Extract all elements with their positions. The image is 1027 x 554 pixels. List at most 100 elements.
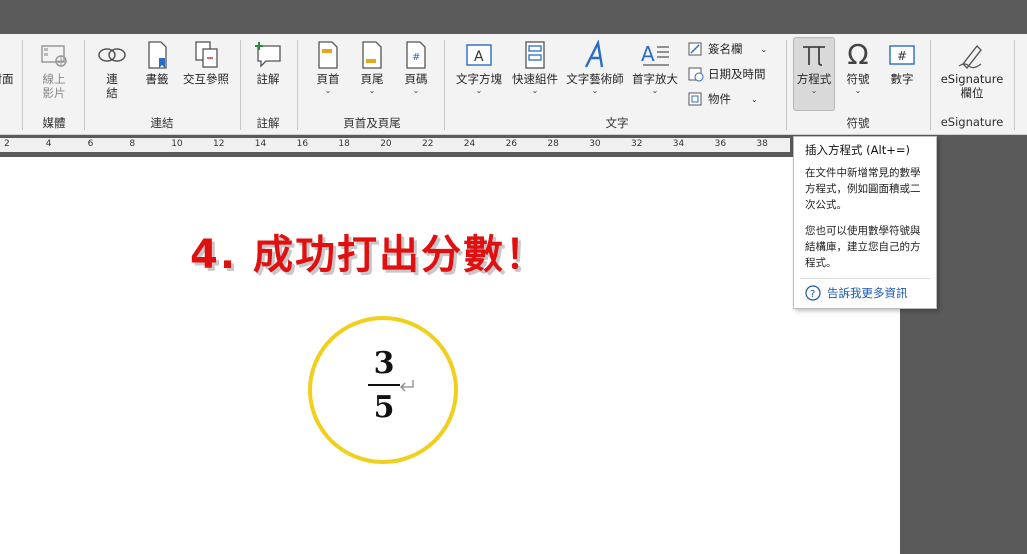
ruler-tick-label: 16 xyxy=(296,139,309,149)
document-page[interactable] xyxy=(0,157,900,554)
group-media-label: 媒體 xyxy=(42,116,66,130)
cover-page-label: 封面 xyxy=(0,72,14,86)
omega-icon: Ω xyxy=(847,38,869,71)
separator xyxy=(930,40,931,130)
separator xyxy=(22,40,23,130)
ruler-tick-label: 34 xyxy=(672,139,685,149)
quick-parts-label: 快速組件 xyxy=(512,72,558,86)
chevron-down-icon: ⌄ xyxy=(531,86,539,95)
header-icon xyxy=(316,38,340,72)
ruler-tick-label: 4 xyxy=(45,139,52,149)
drop-cap-button[interactable]: A 首字放大 ⌄ xyxy=(628,38,682,108)
chevron-down-icon: ⌄ xyxy=(412,86,420,95)
ruler-tick-label: 6 xyxy=(87,139,94,149)
tooltip-description-2: 您也可以使用數學符號與結構庫，建立您自己的方程式。 xyxy=(805,225,921,269)
video-icon xyxy=(39,38,69,72)
cover-page-button[interactable]: 封面 xyxy=(0,72,16,142)
number-icon: # xyxy=(888,38,916,72)
ruler-tick-label: 38 xyxy=(756,139,768,149)
ruler-tick-label: 18 xyxy=(338,139,350,149)
tell-me-more-label: 告訴我更多資訊 xyxy=(827,286,908,300)
svg-text:A: A xyxy=(474,49,484,65)
link-button[interactable]: 連 結 xyxy=(92,38,132,108)
quick-parts-button[interactable]: 快速組件 ⌄ xyxy=(508,38,562,108)
pi-icon xyxy=(800,38,828,72)
bookmark-icon xyxy=(144,38,170,72)
date-time-button[interactable]: 日期及時間 xyxy=(688,63,766,85)
ruler-tick-label: 26 xyxy=(505,139,518,149)
page-number-icon: # xyxy=(404,38,428,72)
textbox-icon: A xyxy=(464,38,494,72)
header-label: 頁首 xyxy=(316,72,340,86)
esignature-field-button[interactable]: eSignature 欄位 xyxy=(936,38,1008,108)
group-links-label: 連結 xyxy=(150,116,174,130)
denominator: 5 xyxy=(373,390,395,425)
svg-text:?: ? xyxy=(810,289,815,300)
ruler-tick-label: 2 xyxy=(4,139,10,149)
ruler-tick-label: 36 xyxy=(714,139,727,149)
separator xyxy=(1014,40,1015,130)
cross-reference-icon xyxy=(191,38,221,72)
link-label: 連 結 xyxy=(106,72,118,100)
chevron-down-icon: ⌄ xyxy=(475,86,483,95)
signature-line-icon xyxy=(688,42,702,56)
footer-button[interactable]: 頁尾 ⌄ xyxy=(352,38,392,108)
numerator: 3 xyxy=(373,346,395,381)
ruler-tick-label: 8 xyxy=(129,139,136,149)
ruler-tick-label: 20 xyxy=(380,139,392,149)
cross-reference-label: 交互參照 xyxy=(183,72,229,86)
wordart-label: 文字藝術師 xyxy=(566,72,624,86)
cross-reference-button[interactable]: 交互參照 xyxy=(178,38,234,108)
number-button[interactable]: # 數字 xyxy=(882,38,922,108)
online-video-button[interactable]: 線上 影片 xyxy=(30,38,78,108)
comment-label: 註解 xyxy=(256,72,280,86)
signature-line-button[interactable]: 簽名欄 ⌄ xyxy=(688,38,767,60)
bookmark-button[interactable]: 書籤 xyxy=(138,38,176,108)
ruler-tick-label: 24 xyxy=(463,139,476,149)
chevron-down-icon: ⌄ xyxy=(854,86,862,95)
separator xyxy=(786,40,787,130)
comment-button[interactable]: 註解 xyxy=(248,38,288,108)
separator xyxy=(444,40,445,130)
symbol-button[interactable]: Ω 符號 ⌄ xyxy=(838,38,878,108)
ruler-tick-label: 14 xyxy=(254,139,267,149)
online-video-label: 線上 影片 xyxy=(42,72,66,100)
object-label: 物件 xyxy=(708,92,731,106)
footer-label: 頁尾 xyxy=(360,72,384,86)
tooltip-divider xyxy=(800,278,930,279)
fraction-equation[interactable]: 3 5 xyxy=(368,346,400,425)
textbox-button[interactable]: A 文字方塊 ⌄ xyxy=(452,38,506,108)
ribbon-insert-tab: 封面 線上 影片 媒體 連 結 書籤 交互參照 連結 註解 xyxy=(0,34,1027,135)
group-header-footer-label: 頁首及頁尾 xyxy=(343,116,401,130)
group-text-label: 文字 xyxy=(605,116,629,130)
equation-tooltip: 插入方程式 (Alt+=) 在文件中新增常見的數學方程式，例如圓面積或二次公式。… xyxy=(793,136,937,309)
wordart-button[interactable]: 文字藝術師 ⌄ xyxy=(564,38,626,108)
fraction-bar xyxy=(368,384,400,386)
header-button[interactable]: 頁首 ⌄ xyxy=(308,38,348,108)
bookmark-label: 書籤 xyxy=(145,72,169,86)
equation-label: 方程式 xyxy=(796,72,832,86)
equation-button[interactable]: 方程式 ⌄ xyxy=(793,37,835,111)
calendar-clock-icon xyxy=(688,67,704,82)
drop-cap-icon: A xyxy=(639,38,671,72)
svg-text:#: # xyxy=(412,52,420,63)
page-number-button[interactable]: # 頁碼 ⌄ xyxy=(396,38,436,108)
svg-text:#: # xyxy=(897,49,907,63)
tell-me-more-link[interactable]: ? 告訴我更多資訊 xyxy=(805,285,908,301)
page-number-label: 頁碼 xyxy=(404,72,428,86)
chevron-down-icon: ⌄ xyxy=(751,94,758,104)
quick-parts-icon xyxy=(522,38,548,72)
object-button[interactable]: 物件 ⌄ xyxy=(688,88,758,110)
textbox-label: 文字方塊 xyxy=(456,72,502,86)
symbol-label: 符號 xyxy=(846,72,870,86)
signature-pen-icon xyxy=(957,38,987,72)
group-symbols-label: 符號 xyxy=(846,116,870,130)
separator xyxy=(84,40,85,130)
ruler-tick-label: 32 xyxy=(631,139,643,149)
signature-line-label: 簽名欄 xyxy=(708,42,743,56)
chevron-down-icon: ⌄ xyxy=(810,86,818,95)
drop-cap-label: 首字放大 xyxy=(632,72,678,86)
ruler-tick-label: 28 xyxy=(547,139,559,149)
date-time-label: 日期及時間 xyxy=(708,67,766,81)
chevron-down-icon: ⌄ xyxy=(651,86,659,95)
